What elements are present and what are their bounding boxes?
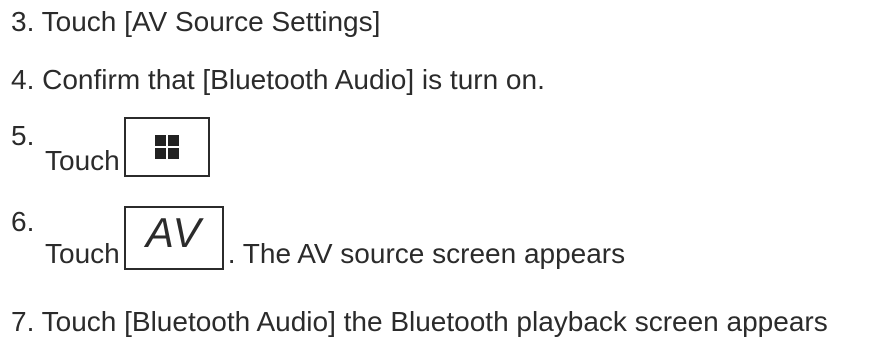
step-7: 7. Touch [Bluetooth Audio] the Bluetooth…: [11, 306, 828, 337]
step-6-description: . The AV source screen appears: [227, 238, 626, 269]
step-5-touch-text: Touch: [45, 145, 120, 176]
grid-menu-icon: [154, 135, 179, 159]
step-6-number: 6.: [11, 206, 35, 237]
av-button-label: AV: [145, 209, 202, 256]
step-3: 3. Touch [AV Source Settings]: [11, 6, 381, 37]
step-5-instruction: Touch: [45, 117, 210, 177]
menu-button-image: [123, 117, 210, 177]
step-4: 4. Confirm that [Bluetooth Audio] is tur…: [11, 64, 545, 95]
step-6-touch-text: Touch: [45, 238, 120, 269]
av-button-image: AV: [123, 206, 224, 270]
step-6-instruction: Touch AV . The AV source screen appears: [45, 206, 625, 270]
step-5-number: 5.: [11, 120, 35, 151]
